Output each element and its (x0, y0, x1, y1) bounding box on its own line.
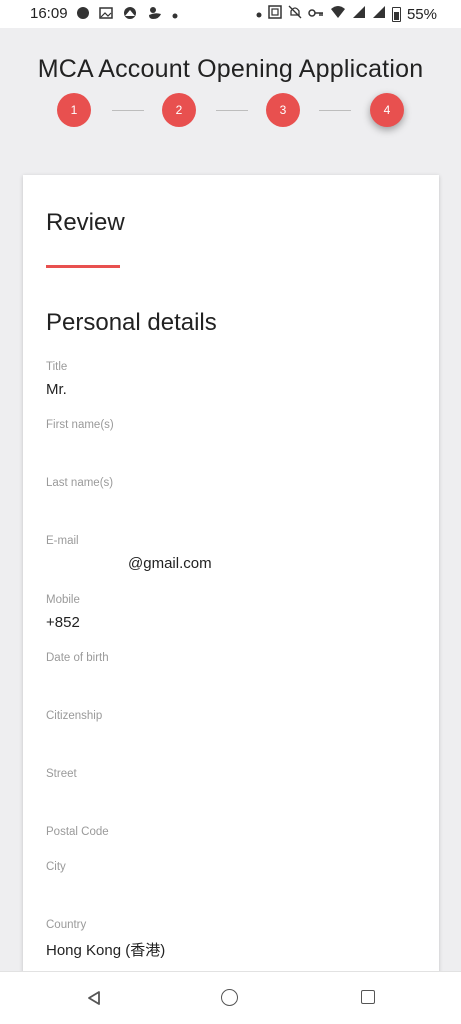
screen: 16:09 55% MCA Account Opening Applicatio… (0, 0, 461, 1024)
page-title: MCA Account Opening Application (37, 55, 424, 83)
field-value-email: @gmail.com (128, 555, 212, 572)
wifi-icon (330, 5, 346, 23)
step-4-current[interactable]: 4 (370, 93, 404, 127)
step-2[interactable]: 2 (162, 93, 196, 127)
field-label-first-name: First name(s) (46, 419, 114, 431)
status-time: 16:09 (30, 5, 68, 22)
field-label-city: City (46, 861, 66, 873)
field-label-citizenship: Citizenship (46, 710, 103, 722)
field-value-mobile: +852 (46, 614, 80, 631)
field-label-last-name: Last name(s) (46, 477, 114, 489)
signal-icon (372, 5, 386, 23)
step-3[interactable]: 3 (266, 93, 300, 127)
field-label-title: Title (46, 361, 68, 373)
home-icon[interactable] (221, 989, 238, 1006)
field-label-street: Street (46, 768, 77, 780)
duck-icon (147, 6, 163, 24)
dot-icon (172, 7, 178, 23)
chat-bubble-icon (76, 6, 90, 24)
progress-stepper: 1 2 3 4 (57, 93, 407, 129)
step-connector (216, 110, 248, 111)
volte-icon (352, 5, 366, 23)
cloud-icon (122, 6, 138, 24)
bell-off-icon (288, 5, 302, 23)
field-label-email: E-mail (46, 535, 79, 547)
recent-apps-icon[interactable] (361, 990, 375, 1004)
battery-icon (391, 6, 401, 22)
step-connector (319, 110, 351, 111)
battery-percent: 55% (406, 5, 437, 23)
step-1[interactable]: 1 (57, 93, 91, 127)
dot-icon (256, 6, 262, 22)
field-value-country: Hong Kong (香港) (46, 942, 166, 959)
review-card: Review Personal details Title Mr. First … (23, 175, 439, 1024)
card-title: Review (46, 209, 125, 236)
nfc-icon (268, 5, 282, 23)
field-label-dob: Date of birth (46, 652, 109, 664)
system-nav-bar (0, 971, 461, 1024)
status-bar: 16:09 55% (0, 0, 461, 28)
field-label-country: Country (46, 919, 87, 931)
field-value-title: Mr. (46, 381, 67, 398)
step-connector (112, 110, 144, 111)
section-title: Personal details (46, 309, 217, 336)
title-underline (46, 265, 120, 268)
notification-icons (76, 6, 178, 24)
system-icons: 55% (256, 5, 437, 23)
key-icon (308, 6, 324, 22)
field-label-postal-code: Postal Code (46, 826, 109, 838)
field-label-mobile: Mobile (46, 594, 80, 606)
image-icon (99, 6, 113, 24)
